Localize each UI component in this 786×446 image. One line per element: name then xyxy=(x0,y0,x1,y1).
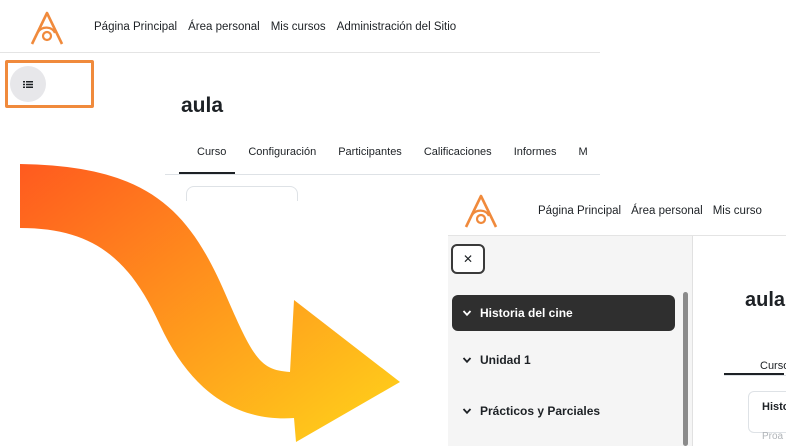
chevron-down-icon xyxy=(462,408,472,415)
nav-link-home[interactable]: Página Principal xyxy=(94,21,177,33)
after-screenshot: Página Principal Área personal Mis curso… xyxy=(448,185,786,446)
tabs-divider xyxy=(724,375,786,376)
before-screenshot: Página Principal Área personal Mis curso… xyxy=(0,0,600,175)
section-card-title: Histo xyxy=(762,401,786,413)
tab-grades[interactable]: Calificaciones xyxy=(424,146,492,158)
course-index-section-unidad-1[interactable]: Unidad 1 xyxy=(452,342,675,378)
drawer-scrollbar[interactable] xyxy=(683,292,688,446)
tab-course[interactable]: Curso xyxy=(760,360,786,372)
course-title: aula xyxy=(745,289,786,311)
close-drawer-button[interactable]: ✕ xyxy=(451,244,485,274)
course-title: aula xyxy=(181,94,224,117)
section-label: Historia del cine xyxy=(480,306,573,320)
nav-link-my-courses[interactable]: Mis curso xyxy=(713,205,762,217)
course-index-drawer: ✕ Historia del cine Unidad 1 Prácticos y… xyxy=(448,236,693,446)
nav-link-dashboard[interactable]: Área personal xyxy=(631,205,703,217)
section-label: Unidad 1 xyxy=(480,353,531,367)
top-navbar: Página Principal Área personal Mis curso xyxy=(448,185,786,236)
transition-arrow-icon xyxy=(20,164,400,442)
site-logo-icon[interactable] xyxy=(28,10,66,46)
chevron-down-icon xyxy=(462,357,472,364)
nav-link-home[interactable]: Página Principal xyxy=(538,205,621,217)
section-card-subtitle: Proa xyxy=(762,431,784,442)
close-icon: ✕ xyxy=(462,252,474,266)
tab-more[interactable]: M xyxy=(578,146,587,158)
course-index-section-historia[interactable]: Historia del cine xyxy=(452,295,675,331)
tab-reports[interactable]: Informes xyxy=(514,146,557,158)
nav-link-my-courses[interactable]: Mis cursos xyxy=(271,21,326,33)
nav-link-dashboard[interactable]: Área personal xyxy=(188,21,260,33)
nav-link-site-admin[interactable]: Administración del Sitio xyxy=(337,21,457,33)
course-index-section-practicos[interactable]: Prácticos y Parciales xyxy=(452,393,675,429)
chevron-down-icon xyxy=(462,310,472,317)
site-logo-icon[interactable] xyxy=(462,193,500,229)
top-navbar: Página Principal Área personal Mis curso… xyxy=(0,0,600,53)
highlight-box xyxy=(5,60,94,108)
section-label: Prácticos y Parciales xyxy=(480,404,601,418)
